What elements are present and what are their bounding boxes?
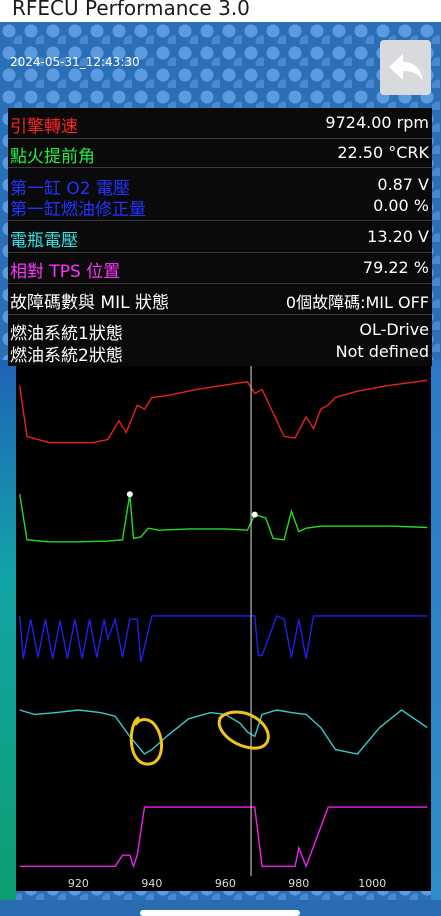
- reading-row-tps: 相對 TPS 位置 79.22 %: [8, 253, 432, 284]
- reading-value: Not defined: [335, 342, 429, 361]
- series-marker: [251, 511, 258, 518]
- reading-value: 0個故障碼:MIL OFF: [285, 293, 429, 312]
- right-edge-glow: [431, 360, 441, 916]
- reading-row-o2: 第一缸 O2 電壓 0.87 V 第一缸燃油修正量 0.00 %: [8, 168, 432, 221]
- reading-value: 79.22 %: [362, 258, 429, 277]
- reading-value: 13.20 V: [367, 227, 429, 246]
- reading-value: 0.87 V: [377, 175, 429, 194]
- title-bar: RFECU Performance 3.0: [0, 0, 441, 22]
- back-arrow-icon: [388, 53, 423, 81]
- reading-label: 燃油系統2狀態: [10, 346, 123, 366]
- back-button[interactable]: [380, 40, 431, 95]
- reading-row-rpm: 引擎轉速 9724.00 rpm: [8, 108, 432, 139]
- left-edge-glow: [0, 360, 16, 916]
- reading-value: OL-Drive: [359, 320, 429, 339]
- reading-row-battery: 電瓶電壓 13.20 V: [8, 221, 432, 253]
- x-tick-label: 940: [141, 877, 162, 890]
- live-graph-svg: 920 940 960 980 1000: [19, 366, 428, 890]
- series-line: [19, 806, 428, 869]
- x-tick-label: 960: [215, 877, 236, 890]
- readings-panel: 引擎轉速 9724.00 rpm 點火提前角 22.50 °CRK 第一缸 O2…: [8, 108, 432, 366]
- reading-label: 第一缸燃油修正量: [10, 200, 146, 220]
- reading-label: 引擎轉速: [10, 117, 78, 137]
- reading-label: 故障碼數與 MIL 狀態: [10, 293, 169, 313]
- reading-label: 點火提前角: [10, 147, 95, 167]
- x-tick-label: 1000: [358, 877, 386, 890]
- app-title: RFECU Performance 3.0: [12, 0, 250, 20]
- reading-row-ignition: 點火提前角 22.50 °CRK: [8, 139, 432, 168]
- annotation-circle: [129, 716, 164, 766]
- series-line: [19, 614, 428, 663]
- series-marker: [126, 491, 133, 498]
- live-graph[interactable]: 920 940 960 980 1000: [16, 366, 431, 891]
- reading-value: 0.00 %: [373, 196, 429, 215]
- series-line: [19, 494, 428, 543]
- reading-row-fuel-system: 燃油系統1狀態 OL-Drive 燃油系統2狀態 Not defined: [8, 315, 432, 366]
- reading-value: 22.50 °CRK: [337, 143, 429, 162]
- reading-value: 9724.00 rpm: [325, 113, 429, 132]
- reading-label: 電瓶電壓: [10, 231, 78, 251]
- home-indicator[interactable]: [140, 910, 300, 916]
- timestamp: 2024-05-31_12:43:30: [10, 55, 140, 69]
- reading-row-mil: 故障碼數與 MIL 狀態 0個故障碼:MIL OFF: [8, 284, 432, 315]
- x-tick-label: 980: [288, 877, 309, 890]
- x-tick-label: 920: [68, 877, 89, 890]
- reading-label: 相對 TPS 位置: [10, 262, 121, 282]
- series-line: [19, 379, 428, 444]
